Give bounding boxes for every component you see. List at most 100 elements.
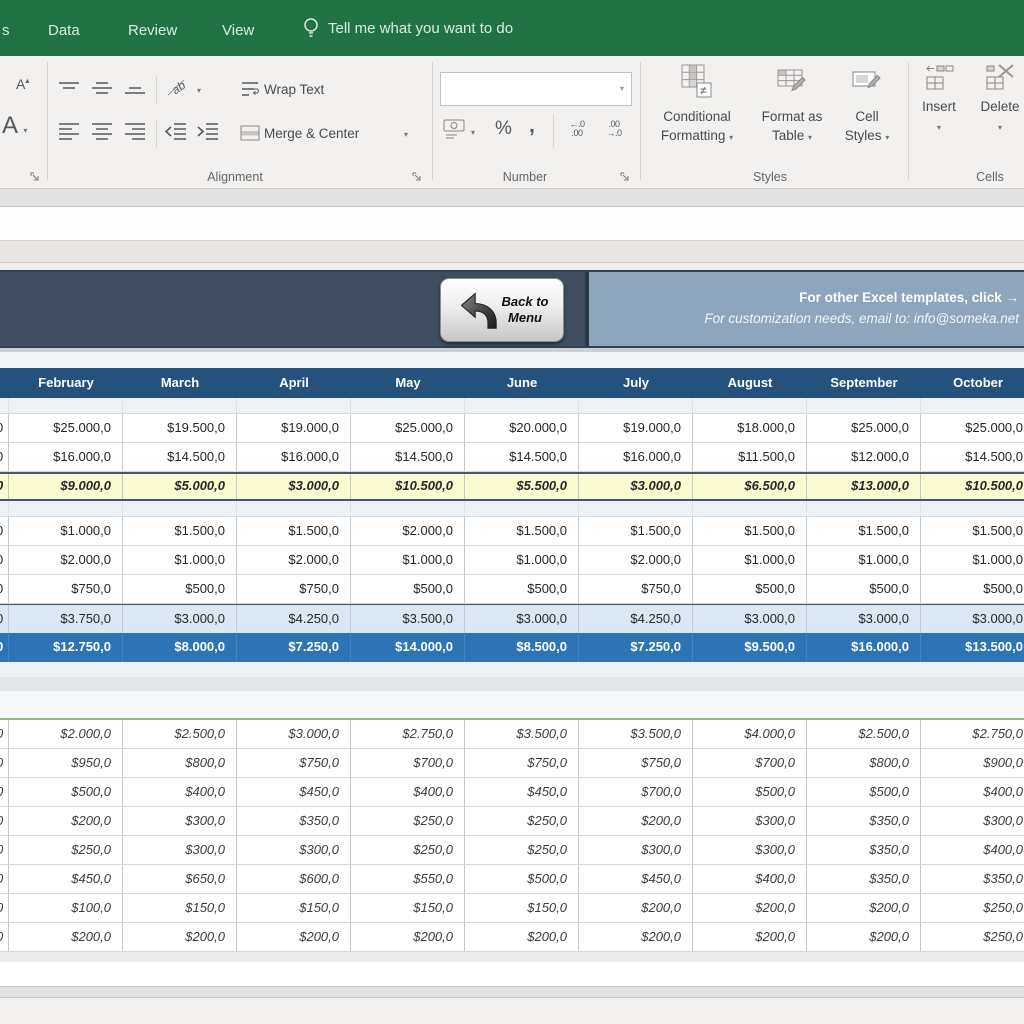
value-cell[interactable]: $16.000,0 xyxy=(9,443,123,471)
value-cell[interactable]: $1.500,0 xyxy=(921,517,1024,545)
value-cell[interactable]: $150,0 xyxy=(237,894,351,922)
value-cell[interactable]: $500,0 xyxy=(807,778,921,806)
value-cell[interactable]: $5.000,0 xyxy=(123,474,237,499)
value-cell[interactable]: $750,0 xyxy=(237,575,351,603)
value-cell[interactable]: $150,0 xyxy=(351,894,465,922)
align-middle-icon[interactable] xyxy=(90,80,114,96)
tab-data[interactable]: Data xyxy=(48,22,80,39)
value-cell[interactable]: $600,0 xyxy=(237,865,351,893)
alignment-dialog-launcher-icon[interactable] xyxy=(412,172,422,182)
align-bottom-icon[interactable] xyxy=(123,80,147,96)
value-cell[interactable]: $500,0 xyxy=(123,575,237,603)
value-cell[interactable]: $5.500,0 xyxy=(465,474,579,499)
value-cell[interactable]: $3.000,0 xyxy=(123,605,237,633)
value-cell[interactable]: $16.000,0 xyxy=(579,443,693,471)
value-cell[interactable]: $11.500,0 xyxy=(693,443,807,471)
value-cell[interactable]: $700,0 xyxy=(693,749,807,777)
month-header-cell[interactable]: June xyxy=(465,368,579,398)
value-cell[interactable]: $8.500,0 xyxy=(465,633,579,662)
value-cell[interactable]: $1.500,0 xyxy=(465,517,579,545)
value-cell[interactable]: $2.750,0 xyxy=(351,720,465,748)
banner-info-line1[interactable]: For other Excel templates, click → xyxy=(119,287,1019,308)
value-cell[interactable]: $6.500,0 xyxy=(693,474,807,499)
value-cell[interactable]: $750,0 xyxy=(579,575,693,603)
value-cell[interactable]: $200,0 xyxy=(807,894,921,922)
value-cell[interactable]: $150,0 xyxy=(123,894,237,922)
value-cell[interactable]: $800,0 xyxy=(807,749,921,777)
formula-bar[interactable] xyxy=(0,207,1024,241)
value-cell[interactable]: $450,0 xyxy=(9,865,123,893)
wrap-text-icon[interactable] xyxy=(240,81,260,98)
value-cell[interactable]: $16.000,0 xyxy=(807,633,921,662)
value-cell[interactable]: $14.000,0 xyxy=(351,633,465,662)
value-cell[interactable]: $300,0 xyxy=(921,807,1024,835)
month-header-cell[interactable]: July xyxy=(579,368,693,398)
orientation-caret-icon[interactable]: ▾ xyxy=(197,86,201,95)
value-cell[interactable]: $200,0 xyxy=(9,807,123,835)
value-cell[interactable]: $2.750,0 xyxy=(921,720,1024,748)
value-cell[interactable]: $1.000,0 xyxy=(693,546,807,574)
value-cell[interactable]: $750,0 xyxy=(237,749,351,777)
value-cell[interactable]: $250,0 xyxy=(9,836,123,864)
decrease-decimal-button[interactable]: .00→.0 xyxy=(598,120,630,138)
merge-center-label[interactable]: Merge & Center xyxy=(264,126,359,141)
value-cell[interactable]: $500,0 xyxy=(465,865,579,893)
value-cell[interactable]: $7.250,0 xyxy=(579,633,693,662)
value-cell[interactable]: $400,0 xyxy=(921,836,1024,864)
font-dialog-launcher-icon[interactable] xyxy=(30,172,40,182)
value-cell[interactable]: $400,0 xyxy=(693,865,807,893)
value-cell[interactable]: $900,0 xyxy=(921,749,1024,777)
value-cell[interactable]: $3.750,0 xyxy=(9,605,123,633)
increase-indent-icon[interactable] xyxy=(196,122,220,140)
month-header-cell[interactable]: September xyxy=(807,368,921,398)
wrap-text-label[interactable]: Wrap Text xyxy=(264,82,324,97)
value-cell[interactable]: $3.000,0 xyxy=(579,474,693,499)
value-cell[interactable]: $13.000,0 xyxy=(807,474,921,499)
value-cell[interactable]: $800,0 xyxy=(123,749,237,777)
value-cell[interactable]: $200,0 xyxy=(579,807,693,835)
value-cell[interactable]: $3.000,0 xyxy=(237,720,351,748)
value-cell[interactable]: $1.500,0 xyxy=(807,517,921,545)
value-cell[interactable]: $3.500,0 xyxy=(351,605,465,633)
value-cell[interactable]: $19.000,0 xyxy=(579,414,693,442)
value-cell[interactable]: $350,0 xyxy=(921,865,1024,893)
value-cell[interactable]: $700,0 xyxy=(351,749,465,777)
value-cell[interactable]: $3.000,0 xyxy=(807,605,921,633)
value-cell[interactable]: $750,0 xyxy=(9,575,123,603)
align-top-icon[interactable] xyxy=(57,80,81,96)
value-cell[interactable]: $400,0 xyxy=(123,778,237,806)
banner-info-line2[interactable]: For customization needs, email to: info@… xyxy=(119,308,1019,329)
increase-decimal-button[interactable]: ←.0.00 xyxy=(561,120,593,138)
value-cell[interactable]: $2.000,0 xyxy=(351,517,465,545)
month-header-cell[interactable]: August xyxy=(693,368,807,398)
value-cell[interactable]: $1.500,0 xyxy=(123,517,237,545)
value-cell[interactable]: $3.000,0 xyxy=(465,605,579,633)
value-cell[interactable]: $12.000,0 xyxy=(807,443,921,471)
value-cell[interactable]: $25.000,0 xyxy=(351,414,465,442)
month-header-cell[interactable]: February xyxy=(9,368,123,398)
value-cell[interactable]: $300,0 xyxy=(579,836,693,864)
value-cell[interactable]: $3.500,0 xyxy=(579,720,693,748)
value-cell[interactable]: $950,0 xyxy=(9,749,123,777)
number-format-select[interactable]: ▾ xyxy=(440,72,632,106)
value-cell[interactable]: $1.000,0 xyxy=(465,546,579,574)
grow-font-button[interactable]: A▴ xyxy=(16,76,29,92)
value-cell[interactable]: $450,0 xyxy=(579,865,693,893)
value-cell[interactable]: $18.000,0 xyxy=(693,414,807,442)
value-cell[interactable]: $3.500,0 xyxy=(465,720,579,748)
value-cell[interactable]: $1.500,0 xyxy=(693,517,807,545)
value-cell[interactable]: $1.000,0 xyxy=(9,517,123,545)
align-left-icon[interactable] xyxy=(57,122,81,140)
value-cell[interactable]: $7.250,0 xyxy=(237,633,351,662)
value-cell[interactable]: $200,0 xyxy=(237,923,351,951)
value-cell[interactable]: $200,0 xyxy=(579,923,693,951)
merge-center-icon[interactable] xyxy=(240,125,260,141)
value-cell[interactable]: $4.250,0 xyxy=(579,605,693,633)
value-cell[interactable]: $4.250,0 xyxy=(237,605,351,633)
value-cell[interactable]: $16.000,0 xyxy=(237,443,351,471)
number-dialog-launcher-icon[interactable] xyxy=(620,172,630,182)
value-cell[interactable]: $200,0 xyxy=(123,923,237,951)
insert-cells-button[interactable]: Insert ▾ xyxy=(916,64,962,137)
value-cell[interactable]: $250,0 xyxy=(465,807,579,835)
value-cell[interactable]: $350,0 xyxy=(807,865,921,893)
